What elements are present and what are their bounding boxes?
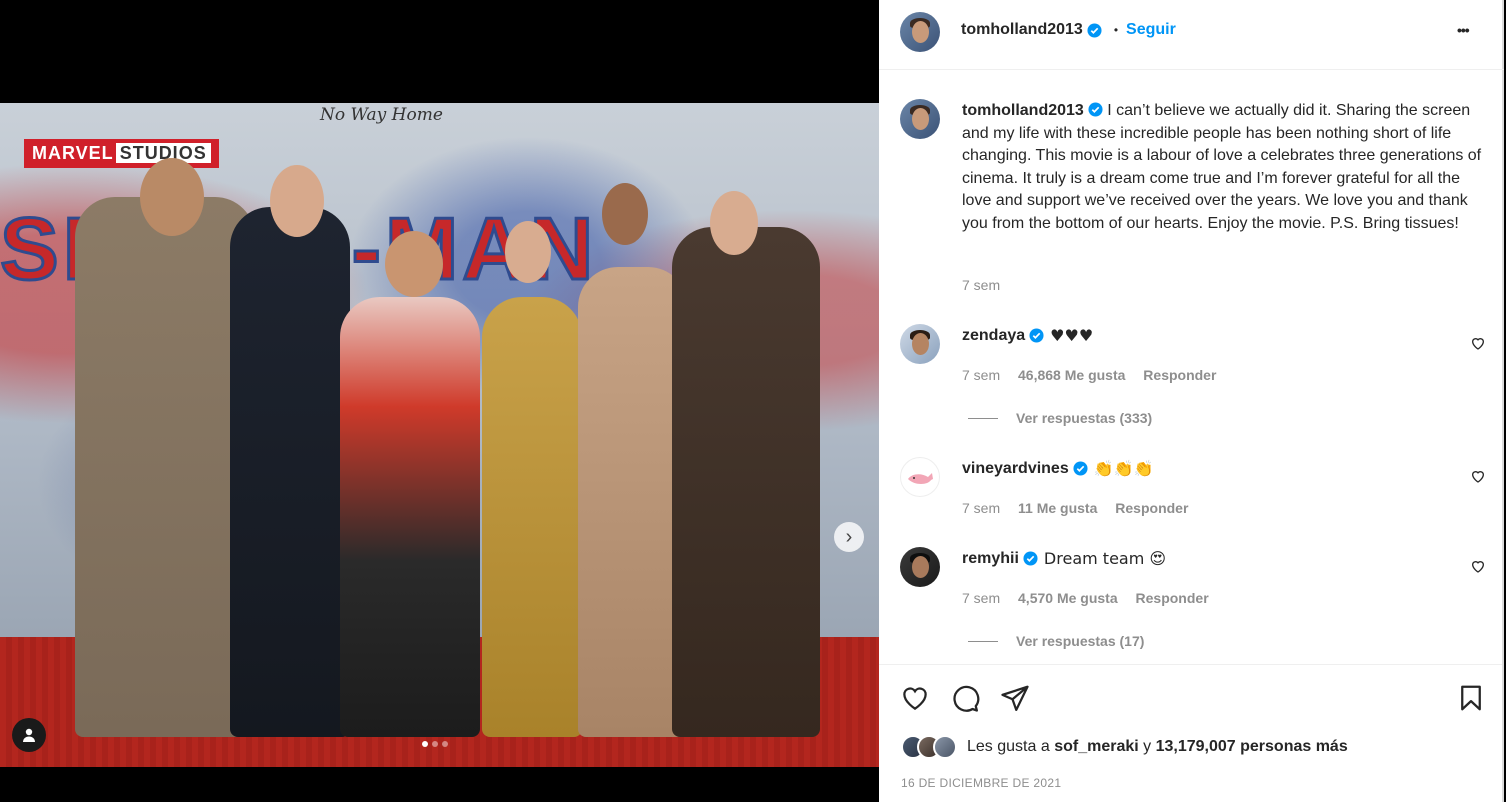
comment-meta: 7 sem 4,570 Me gusta Responder [962,590,1209,606]
person-1 [75,197,255,737]
person-2-head [270,165,324,237]
comment-avatar[interactable] [900,324,940,364]
carousel-dot-active [422,741,428,747]
likes-summary: Les gusta a sof_meraki y 13,179,007 pers… [901,735,1348,759]
comment-body: remyhii Dream team 😍 [962,549,1166,568]
person-5-head [602,183,648,245]
comment-reply-button[interactable]: Responder [1115,500,1188,516]
verified-badge-icon [1029,328,1044,343]
post-media: MARVELSTUDIOS No Way Home SPIDER-MAN › [0,0,879,802]
comment-like-icon[interactable] [1470,335,1486,351]
likes-text: Les gusta a sof_meraki y 13,179,007 pers… [967,738,1348,756]
comment-likes[interactable]: 11 Me gusta [1018,500,1097,516]
comment-text: 👏👏👏 [1093,459,1154,478]
likes-user[interactable]: sof_meraki [1054,738,1139,755]
carousel-dot [442,741,448,747]
chevron-right-icon: › [845,525,853,548]
person-6 [672,227,820,737]
comment-avatar[interactable] [900,547,940,587]
person-3 [340,297,480,737]
comments-section: tomholland2013 I can’t believe we actual… [879,70,1502,664]
paper-plane-icon[interactable] [1000,683,1030,713]
caption-text: I can’t believe we actually did it. Shar… [962,102,1482,232]
caption-author-avatar[interactable] [900,99,940,139]
comment-likes[interactable]: 46,868 Me gusta [1018,367,1125,383]
comment-time: 7 sem [962,590,1001,606]
user-tag-icon [23,728,35,742]
caption-username[interactable]: tomholland2013 [962,102,1084,119]
post-panel: tomholland2013 • Seguir ••• tomholland20… [879,0,1504,802]
view-replies-label: Ver respuestas (333) [1016,410,1153,426]
post-header: tomholland2013 • Seguir ••• [879,0,1504,70]
scrollbar[interactable] [1502,0,1504,802]
comment-text: Dream team 😍 [1043,549,1167,568]
comment-likes[interactable]: 4,570 Me gusta [1018,590,1118,606]
post-date[interactable]: 16 DE DICIEMBRE DE 2021 [901,776,1061,790]
carousel-next-button[interactable]: › [834,522,864,552]
caption-timestamp: 7 sem [962,277,1001,293]
tagline-text: No Way Home [320,105,443,125]
whale-logo-icon [908,473,933,484]
comment-reply-button[interactable]: Responder [1136,590,1209,606]
comment-reply-button[interactable]: Responder [1143,367,1216,383]
bookmark-icon[interactable] [1456,683,1486,713]
more-options-icon[interactable]: ••• [1457,22,1470,38]
header-separator: • [1113,23,1119,37]
likes-middle: y [1143,738,1152,755]
view-replies-button[interactable]: Ver respuestas (333) [968,410,1152,426]
comment-text: ♥♥♥ [1050,326,1094,345]
comment-time: 7 sem [962,367,1001,383]
author-username[interactable]: tomholland2013 [961,21,1083,39]
comment-icon[interactable] [950,683,980,713]
comment-like-icon[interactable] [1470,558,1486,574]
liker-avatar[interactable] [933,735,957,759]
person-4-head [505,221,551,283]
likes-count[interactable]: 13,179,007 personas más [1156,738,1348,755]
carousel-indicators [422,741,448,747]
verified-badge-icon [1088,102,1103,117]
comment-like-icon[interactable] [1470,468,1486,484]
view-replies-button[interactable]: Ver respuestas (17) [968,633,1144,649]
heart-icon[interactable] [900,683,930,713]
comment-username[interactable]: remyhii [962,550,1019,568]
post-photo[interactable]: MARVELSTUDIOS No Way Home SPIDER-MAN › [0,103,879,767]
comment-meta: 7 sem 46,868 Me gusta Responder [962,367,1216,383]
view-replies-label: Ver respuestas (17) [1016,633,1145,649]
verified-badge-icon [1087,22,1102,38]
comment-body: vineyardvines 👏👏👏 [962,459,1154,478]
user-tag-button[interactable] [12,718,46,752]
post-caption: tomholland2013 I can’t believe we actual… [962,100,1492,235]
person-4 [482,297,582,737]
post-actions: Les gusta a sof_meraki y 13,179,007 pers… [879,664,1502,802]
comment-username[interactable]: vineyardvines [962,460,1069,478]
comment-avatar[interactable] [900,457,940,497]
comment-username[interactable]: zendaya [962,327,1025,345]
verified-badge-icon [1023,551,1038,566]
verified-badge-icon [1073,461,1088,476]
author-avatar[interactable] [900,12,940,52]
likes-prefix: Les gusta a [967,738,1050,755]
follow-button[interactable]: Seguir [1126,21,1176,39]
comment-time: 7 sem [962,500,1001,516]
carousel-dot [432,741,438,747]
logo-text-marvel: MARVEL [32,143,114,163]
comment-meta: 7 sem 11 Me gusta Responder [962,500,1188,516]
person-3-head [385,231,443,297]
person-6-head [710,191,758,255]
comment-body: zendaya ♥♥♥ [962,326,1093,345]
person-2 [230,207,350,737]
person-1-head [140,158,204,236]
